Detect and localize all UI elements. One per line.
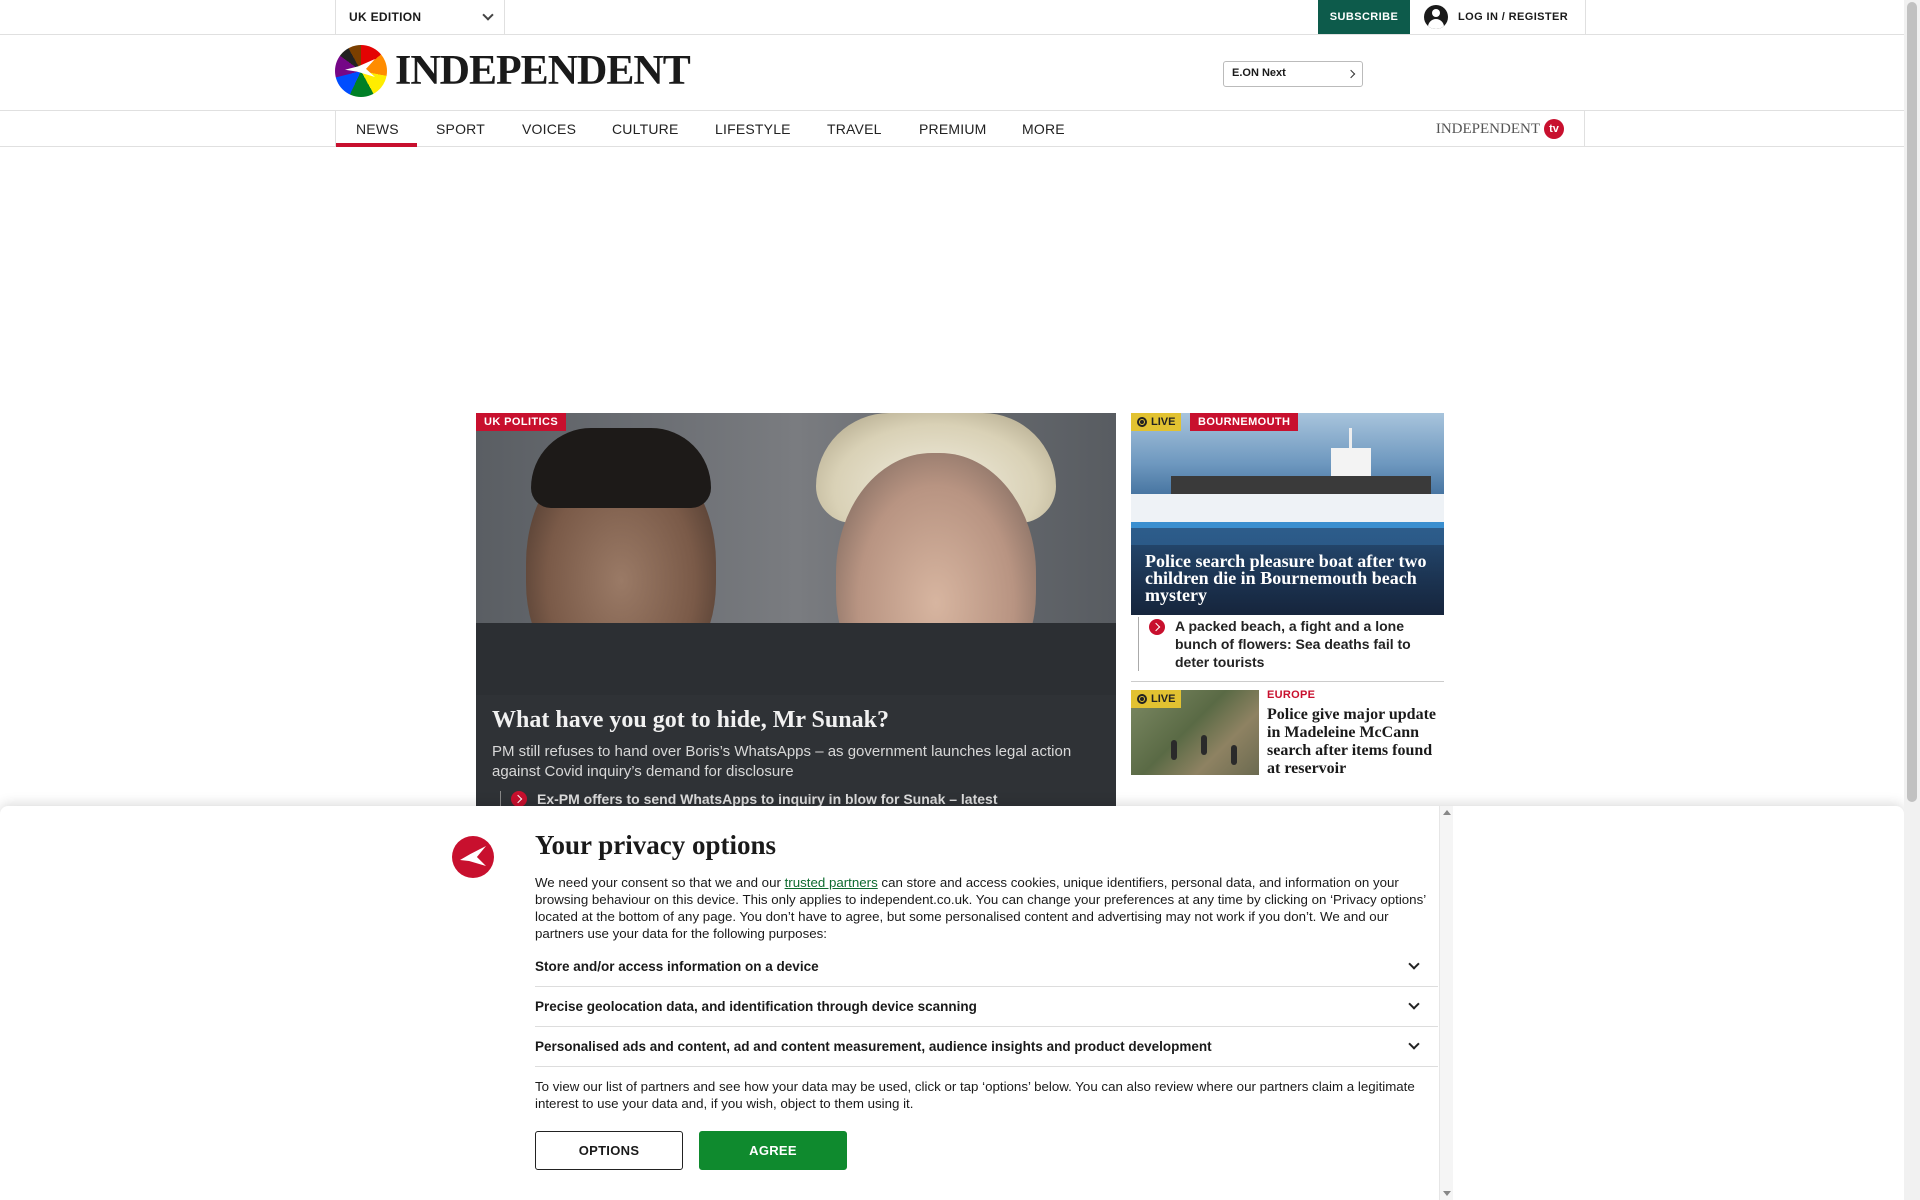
purpose-label: Precise geolocation data, and identifica… bbox=[535, 999, 977, 1014]
privacy-title: Your privacy options bbox=[535, 830, 777, 860]
related-arrow-icon bbox=[1149, 619, 1165, 635]
nav-item-news[interactable]: NEWS bbox=[356, 111, 399, 147]
side-story-2-image[interactable]: LIVE bbox=[1131, 690, 1259, 775]
hero-subtitle: PM still refuses to hand over Boris’s Wh… bbox=[492, 743, 1072, 780]
purpose-device-storage[interactable]: Store and/or access information on a dev… bbox=[535, 947, 1438, 987]
chevron-right-icon bbox=[1346, 69, 1356, 79]
independent-eagle-icon bbox=[452, 836, 494, 878]
purpose-geolocation[interactable]: Precise geolocation data, and identifica… bbox=[535, 987, 1438, 1027]
side-story-section-tag[interactable]: BOURNEMOUTH bbox=[1190, 413, 1299, 431]
subscribe-button[interactable]: SUBSCRIBE bbox=[1318, 0, 1410, 34]
hero-related-link[interactable]: Ex-PM offers to send WhatsApps to inquir… bbox=[500, 791, 998, 807]
nav-item-more[interactable]: MORE bbox=[1022, 111, 1065, 147]
trusted-partners-link[interactable]: trusted partners bbox=[785, 875, 878, 890]
live-badge: LIVE bbox=[1131, 690, 1182, 708]
purpose-label: Store and/or access information on a dev… bbox=[535, 959, 819, 974]
hero-section-tag[interactable]: UK POLITICS bbox=[476, 413, 567, 431]
top-bar: UK EDITION SUBSCRIBE LOG IN / REGISTER bbox=[0, 0, 1904, 35]
hero-story[interactable]: UK POLITICS What have you got to hide, M… bbox=[476, 413, 1116, 808]
sponsor-label: E.ON Next bbox=[1232, 67, 1286, 79]
edition-label: UK EDITION bbox=[349, 10, 422, 24]
live-label: LIVE bbox=[1151, 693, 1176, 705]
login-label: LOG IN / REGISTER bbox=[1458, 11, 1569, 23]
privacy-intro: We need your consent so that we and our … bbox=[535, 875, 1426, 941]
user-avatar-icon bbox=[1424, 5, 1448, 29]
hero-image bbox=[476, 413, 1116, 703]
side-story-title[interactable]: Police search pleasure boat after two ch… bbox=[1145, 552, 1430, 604]
live-label: LIVE bbox=[1151, 416, 1176, 428]
chevron-down-icon bbox=[1408, 958, 1420, 970]
hero-title[interactable]: What have you got to hide, Mr Sunak? bbox=[492, 707, 1100, 734]
login-register-link[interactable]: LOG IN / REGISTER bbox=[1410, 0, 1586, 34]
nav-active-indicator bbox=[336, 143, 417, 147]
tv-badge: tv bbox=[1544, 119, 1564, 139]
side-story-2-title[interactable]: Police give major update in Madeleine Mc… bbox=[1267, 706, 1437, 778]
options-button[interactable]: OPTIONS bbox=[535, 1131, 683, 1170]
masthead: INDEPENDENT E.ON Next bbox=[0, 35, 1904, 111]
scrollbar-thumb[interactable] bbox=[1907, 2, 1917, 802]
chevron-down-icon bbox=[482, 9, 494, 21]
nav-item-travel[interactable]: TRAVEL bbox=[827, 111, 882, 147]
main-nav: NEWS SPORT VOICES CULTURE LIFESTYLE TRAV… bbox=[0, 111, 1904, 147]
side-story-related-link[interactable]: A packed beach, a fight and a lone bunch… bbox=[1138, 617, 1444, 671]
page-scrollbar[interactable] bbox=[1904, 0, 1920, 1200]
privacy-footer-text: To view our list of partners and see how… bbox=[535, 1079, 1415, 1111]
purpose-personalised-ads[interactable]: Personalised ads and content, ad and con… bbox=[535, 1027, 1438, 1067]
modal-scrollbar[interactable] bbox=[1439, 806, 1453, 1200]
live-icon bbox=[1137, 417, 1147, 427]
independent-eagle-icon bbox=[335, 45, 387, 97]
page: UK EDITION SUBSCRIBE LOG IN / REGISTER I… bbox=[0, 0, 1904, 1200]
site-logo[interactable]: INDEPENDENT bbox=[335, 45, 691, 97]
hero-caption: What have you got to hide, Mr Sunak? PM … bbox=[476, 695, 1116, 808]
purpose-label: Personalised ads and content, ad and con… bbox=[535, 1039, 1212, 1054]
side-story-2-section[interactable]: EUROPE bbox=[1267, 689, 1315, 701]
divider bbox=[1131, 681, 1444, 682]
edition-selector[interactable]: UK EDITION bbox=[335, 0, 505, 34]
nav-item-culture[interactable]: CULTURE bbox=[612, 111, 678, 147]
chevron-down-icon bbox=[1408, 1038, 1420, 1050]
side-related-text: A packed beach, a fight and a lone bunch… bbox=[1175, 618, 1411, 670]
agree-button[interactable]: AGREE bbox=[699, 1131, 847, 1170]
nav-item-premium[interactable]: PREMIUM bbox=[919, 111, 987, 147]
nav-item-sport[interactable]: SPORT bbox=[436, 111, 485, 147]
logo-text: INDEPENDENT bbox=[395, 48, 691, 94]
hero-related-text: Ex-PM offers to send WhatsApps to inquir… bbox=[537, 791, 998, 807]
nav-item-lifestyle[interactable]: LIFESTYLE bbox=[715, 111, 791, 147]
tv-brand-label: INDEPENDENT bbox=[1435, 120, 1540, 137]
scroll-up-icon[interactable] bbox=[1443, 810, 1451, 815]
independent-tv-link[interactable]: INDEPENDENT tv bbox=[1436, 119, 1564, 139]
scroll-down-icon[interactable] bbox=[1443, 1191, 1451, 1196]
ad-space bbox=[0, 148, 1904, 410]
live-badge: LIVE bbox=[1131, 413, 1182, 431]
live-icon bbox=[1137, 694, 1147, 704]
chevron-down-icon bbox=[1408, 998, 1420, 1010]
related-arrow-icon bbox=[511, 791, 527, 807]
side-story-bournemouth[interactable]: LIVE BOURNEMOUTH Police search pleasure … bbox=[1131, 413, 1444, 615]
nav-item-voices[interactable]: VOICES bbox=[522, 111, 576, 147]
sponsor-badge[interactable]: E.ON Next bbox=[1223, 61, 1363, 87]
